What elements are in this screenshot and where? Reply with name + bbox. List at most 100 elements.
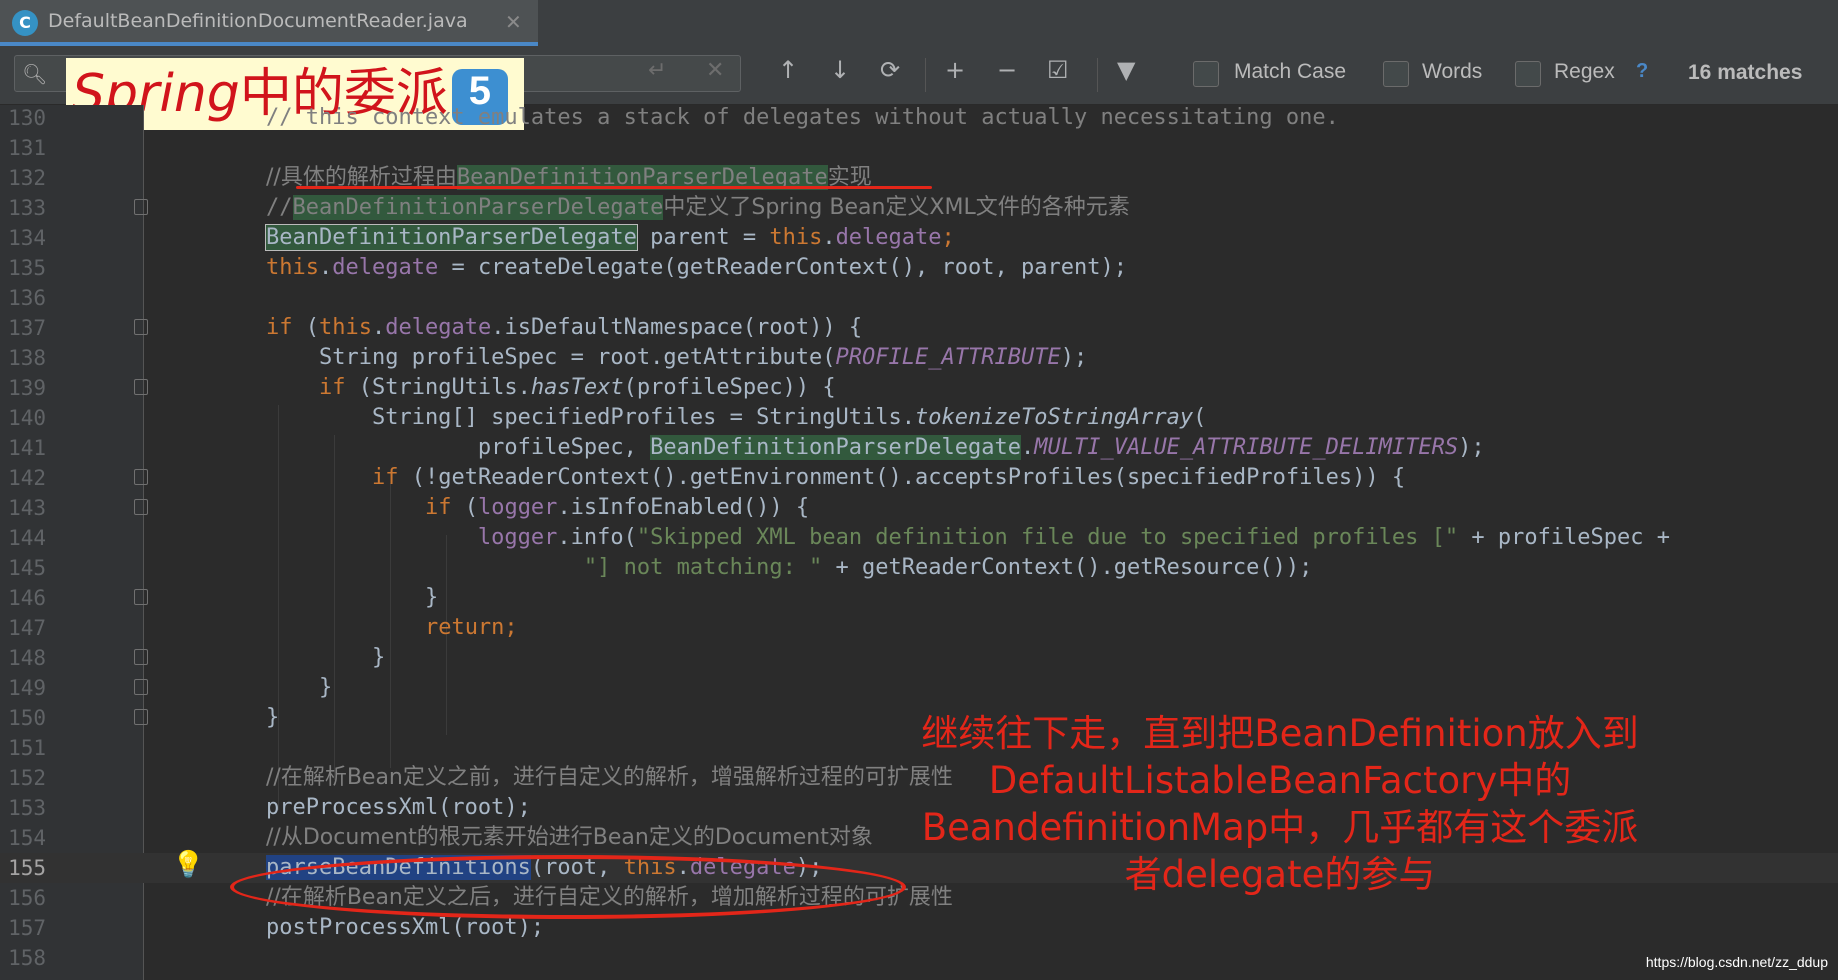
line-code: //BeanDefinitionParserDelegate中定义了Spring… — [266, 193, 1130, 223]
code-line[interactable]: 135 this.delegate = createDelegate(getRe… — [0, 253, 1838, 283]
constant: PROFILE_ATTRIBUTE — [835, 345, 1061, 370]
close-icon[interactable]: ✕ — [505, 10, 522, 34]
code-line[interactable]: 134 BeanDefinitionParserDelegate parent … — [0, 223, 1838, 253]
code-line[interactable]: 139 if (StringUtils.hasText(profileSpec)… — [0, 373, 1838, 403]
fold-marker-icon[interactable] — [134, 199, 148, 215]
search-match-current: BeanDefinitionParserDelegate — [265, 224, 638, 251]
code-line[interactable]: 146 } — [0, 583, 1838, 613]
line-code: } — [266, 645, 386, 670]
line-number: 148 — [8, 646, 46, 670]
line-number: 138 — [8, 346, 46, 370]
fold-marker-icon[interactable] — [134, 589, 148, 605]
code-token: . — [318, 255, 333, 280]
code-token: ); — [1458, 435, 1485, 460]
line-code: // this context emulates a stack of dele… — [266, 105, 1339, 130]
fold-marker-icon[interactable] — [134, 709, 148, 725]
line-number: 154 — [8, 826, 46, 850]
regex-label[interactable]: Regex — [1554, 60, 1615, 84]
fold-marker-icon[interactable] — [134, 469, 148, 485]
keyword: this — [769, 225, 823, 250]
add-selection-icon[interactable]: + — [945, 56, 965, 84]
line-number: 130 — [8, 106, 46, 130]
fold-marker-icon[interactable] — [134, 319, 148, 335]
line-code: this.delegate = createDelegate(getReader… — [266, 253, 1127, 283]
line-number: 142 — [8, 466, 46, 490]
line-code: //从Document的根元素开始进行Bean定义的Document对象 — [266, 825, 873, 850]
previous-occurrence-icon[interactable]: ↑ — [778, 56, 798, 84]
code-line[interactable]: 136 — [0, 283, 1838, 313]
string-literal: "] not matching: " — [583, 555, 823, 580]
toggle-selection-icon[interactable]: ☑ — [1047, 56, 1069, 84]
line-number: 131 — [8, 136, 46, 160]
filter-icon[interactable]: ▼ — [1117, 56, 1135, 84]
line-number: 150 — [8, 706, 46, 730]
string-literal: "Skipped XML bean definition file due to… — [636, 525, 1459, 550]
line-code: if (StringUtils.hasText(profileSpec)) { — [266, 373, 836, 403]
line-number: 151 — [8, 736, 46, 760]
code-line[interactable]: 138 String profileSpec = root.getAttribu… — [0, 343, 1838, 373]
line-code: BeanDefinitionParserDelegate parent = th… — [265, 223, 955, 253]
code-line[interactable]: 131 — [0, 133, 1838, 163]
code-line[interactable]: 137 if (this.delegate.isDefaultNamespace… — [0, 313, 1838, 343]
line-code: preProcessXml(root); — [266, 795, 531, 820]
keyword: if — [266, 315, 293, 340]
code-line[interactable]: 148 } — [0, 643, 1838, 673]
match-case-checkbox[interactable] — [1193, 61, 1219, 87]
line-number: 152 — [8, 766, 46, 790]
code-token: + getReaderContext().getResource()); — [822, 555, 1313, 580]
code-line[interactable]: 142 if (!getReaderContext().getEnvironme… — [0, 463, 1838, 493]
newline-icon[interactable]: ↵ — [648, 58, 666, 83]
code-line[interactable]: 143 if (logger.isInfoEnabled()) { — [0, 493, 1838, 523]
code-line[interactable]: 144 logger.info("Skipped XML bean defini… — [0, 523, 1838, 553]
code-line[interactable]: 149 } — [0, 673, 1838, 703]
tab-label: DefaultBeanDefinitionDocumentReader.java — [48, 10, 468, 32]
fold-marker-icon[interactable] — [134, 499, 148, 515]
match-case-label[interactable]: Match Case — [1234, 60, 1346, 84]
code-line[interactable]: 147 return; — [0, 613, 1838, 643]
line-code: //在解析Bean定义之前，进行自定义的解析，增强解析过程的可扩展性 — [266, 765, 953, 790]
line-number: 143 — [8, 496, 46, 520]
keyword: if — [318, 375, 346, 400]
lightbulb-icon[interactable]: 💡 — [172, 850, 204, 880]
search-icon[interactable]: 🔍︎ — [22, 62, 47, 86]
remove-selection-icon[interactable]: − — [997, 56, 1017, 84]
code-line[interactable]: 145 "] not matching: " + getReaderContex… — [0, 553, 1838, 583]
code-token: ( — [451, 495, 478, 520]
line-number: 145 — [8, 556, 46, 580]
next-occurrence-icon[interactable]: ↓ — [830, 56, 850, 84]
line-number: 139 — [8, 376, 46, 400]
words-checkbox[interactable] — [1383, 61, 1409, 87]
code-line[interactable]: 140 String[] specifiedProfiles = StringU… — [0, 403, 1838, 433]
code-token: . — [822, 225, 836, 250]
fold-marker-icon[interactable] — [134, 649, 148, 665]
field: delegate — [332, 255, 439, 280]
line-code: } — [266, 675, 333, 700]
field: logger — [477, 495, 558, 520]
line-number: 134 — [8, 226, 46, 250]
code-line[interactable]: 158 — [0, 943, 1838, 973]
regex-help-link[interactable]: ? — [1636, 60, 1648, 83]
clear-search-icon[interactable]: ✕ — [706, 58, 724, 83]
select-all-occurrences-icon[interactable]: ⟳ — [880, 56, 900, 84]
line-code: logger.info("Skipped XML bean definition… — [266, 523, 1670, 553]
line-code: if (!getReaderContext().getEnvironment()… — [266, 463, 1405, 493]
keyword: if — [371, 465, 399, 490]
toolbar-separator — [925, 58, 926, 92]
code-token: ; — [941, 225, 955, 250]
code-line[interactable]: 157 postProcessXml(root); — [0, 913, 1838, 943]
regex-checkbox[interactable] — [1515, 61, 1541, 87]
fold-marker-icon[interactable] — [134, 379, 148, 395]
keyword: this — [266, 255, 319, 280]
code-line[interactable]: 133 //BeanDefinitionParserDelegate中定义了Sp… — [0, 193, 1838, 223]
code-token: String[] specifiedProfiles = StringUtils… — [266, 405, 916, 430]
code-line[interactable]: 130 // this context emulates a stack of … — [0, 103, 1838, 133]
field: logger — [477, 525, 558, 550]
words-label[interactable]: Words — [1422, 60, 1482, 84]
code-line[interactable]: 141 profileSpec, BeanDefinitionParserDel… — [0, 433, 1838, 463]
static-method: tokenizeToStringArray — [915, 405, 1194, 430]
line-number: 155 — [8, 856, 46, 880]
toolbar-separator — [1097, 58, 1098, 92]
fold-marker-icon[interactable] — [134, 679, 148, 695]
tab-default-bean-definition-document-reader[interactable]: C DefaultBeanDefinitionDocumentReader.ja… — [0, 0, 538, 46]
code-token: .isInfoEnabled()) { — [557, 495, 810, 520]
